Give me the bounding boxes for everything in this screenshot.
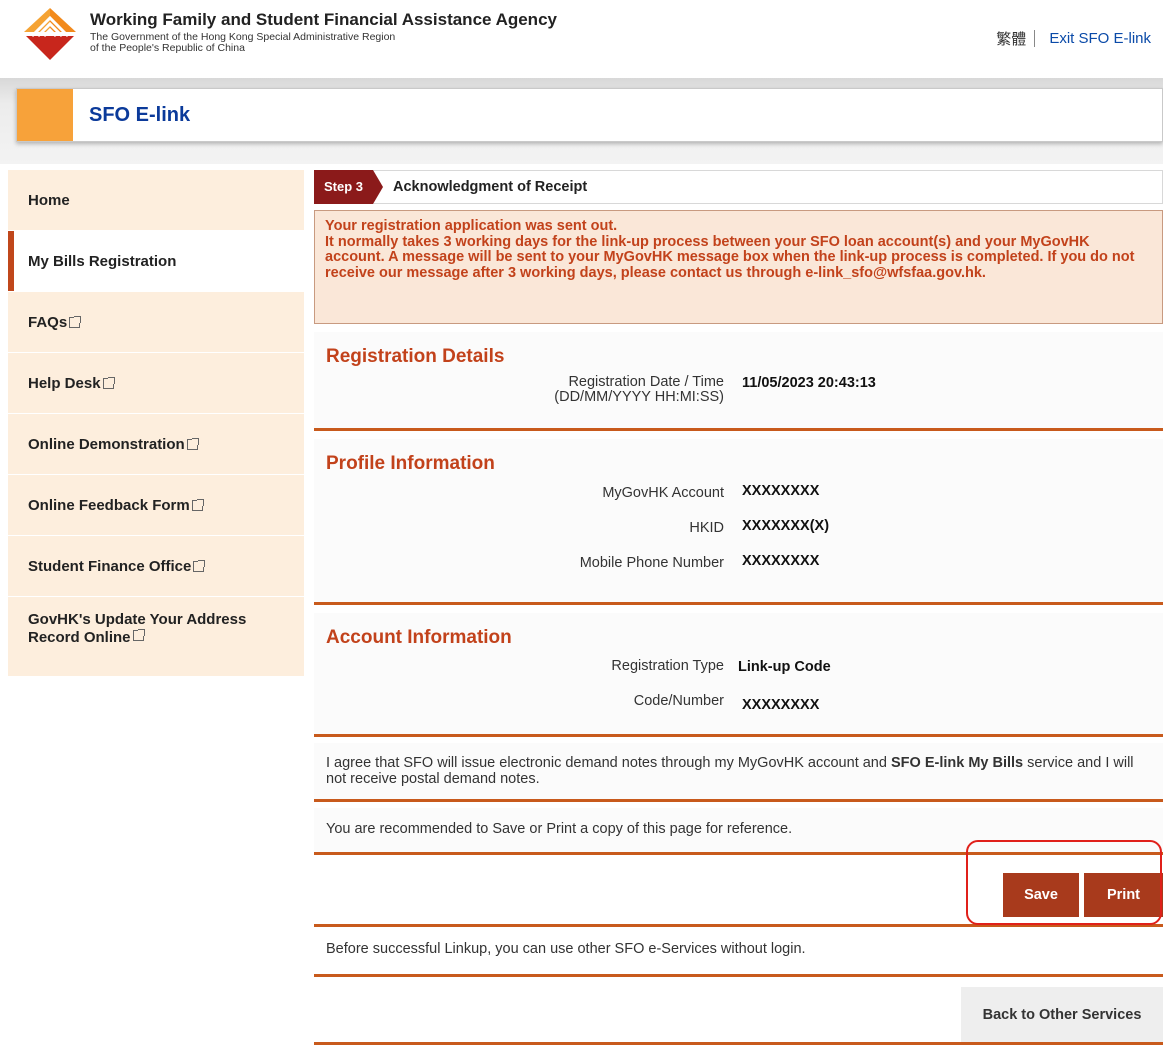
sidebar-item-label: GovHK's Update Your Address bbox=[28, 611, 247, 628]
step-bar: Step 3 Acknowledgment of Receipt bbox=[314, 169, 1163, 204]
registration-type-value: Link-up Code bbox=[738, 659, 831, 675]
registration-date-value: 11/05/2023 20:43:13 bbox=[742, 375, 876, 391]
sidebar-item-my-bills-registration[interactable]: My Bills Registration bbox=[8, 231, 304, 292]
back-row: Back to Other Services bbox=[314, 987, 1163, 1045]
code-number-value: XXXXXXXX bbox=[742, 697, 820, 713]
sidebar-item-faqs[interactable]: FAQs bbox=[8, 292, 304, 353]
external-link-icon bbox=[69, 316, 82, 328]
agency-title: Working Family and Student Financial Ass… bbox=[90, 10, 557, 29]
field-label: HKID bbox=[689, 520, 724, 536]
mygovhk-account-value: XXXXXXXX bbox=[742, 483, 820, 499]
banner: SFO E-link bbox=[16, 88, 1163, 142]
sidebar-item-label: FAQs bbox=[28, 313, 68, 331]
field-label: Mobile Phone Number bbox=[579, 555, 724, 571]
sidebar-item-help-desk[interactable]: Help Desk bbox=[8, 353, 304, 414]
sidebar-item-label: Online Demonstration bbox=[28, 435, 185, 453]
sidebar-item-online-demonstration[interactable]: Online Demonstration bbox=[8, 414, 304, 475]
notice-line-2: It normally takes 3 working days for the… bbox=[325, 233, 1135, 281]
sidebar-item-online-feedback-form[interactable]: Online Feedback Form bbox=[8, 475, 304, 536]
exit-link[interactable]: Exit SFO E-link bbox=[1049, 30, 1151, 47]
mygovhk-account-row: MyGovHK Account XXXXXXXX bbox=[314, 483, 1163, 501]
registration-type-row: Registration Type Link-up Code bbox=[314, 658, 1163, 676]
top-links: 繁體 Exit SFO E-link bbox=[996, 28, 1151, 49]
language-link[interactable]: 繁體 bbox=[996, 28, 1026, 49]
sidebar-nav: Home My Bills Registration FAQs Help Des… bbox=[8, 170, 304, 677]
external-link-icon bbox=[102, 377, 115, 389]
banner-accent bbox=[17, 89, 73, 141]
agreement-text: I agree that SFO will issue electronic d… bbox=[314, 743, 1163, 802]
field-label: Registration Type bbox=[611, 658, 724, 674]
sidebar-item-home[interactable]: Home bbox=[8, 170, 304, 231]
mobile-phone-value: XXXXXXXX bbox=[742, 553, 820, 569]
step-title: Acknowledgment of Receipt bbox=[393, 179, 588, 195]
site-header: Working Family and Student Financial Ass… bbox=[0, 0, 1163, 78]
section-title: Account Information bbox=[326, 627, 512, 648]
sidebar-item-label: Home bbox=[28, 191, 70, 209]
registration-date-row: Registration Date / Time (DD/MM/YYYY HH:… bbox=[314, 375, 1163, 405]
field-label: Registration Date / Time (DD/MM/YYYY HH:… bbox=[554, 374, 724, 405]
section-title: Registration Details bbox=[326, 346, 505, 367]
sidebar-item-label: Online Feedback Form bbox=[28, 496, 190, 514]
external-link-icon bbox=[193, 560, 206, 572]
hkid-row: HKID XXXXXXX(X) bbox=[314, 518, 1163, 536]
registration-details-section: Registration Details Registration Date /… bbox=[314, 332, 1163, 431]
sidebar-item-label: My Bills Registration bbox=[28, 252, 177, 270]
code-number-row: Code/Number XXXXXXXX bbox=[314, 693, 1163, 714]
hkid-value: XXXXXXX(X) bbox=[742, 518, 830, 534]
sidebar-item-update-address[interactable]: GovHK's Update Your Address Record Onlin… bbox=[8, 597, 304, 677]
highlight-annotation bbox=[966, 840, 1162, 925]
notice-box: Your registration application was sent o… bbox=[314, 210, 1163, 324]
external-link-icon bbox=[186, 438, 199, 450]
field-label: MyGovHK Account bbox=[602, 485, 724, 501]
mobile-phone-row: Mobile Phone Number XXXXXXXX bbox=[314, 553, 1163, 571]
sidebar-item-label: Record Online bbox=[28, 629, 131, 646]
profile-information-section: Profile Information MyGovHK Account XXXX… bbox=[314, 439, 1163, 605]
sidebar-item-label: Student Finance Office bbox=[28, 557, 192, 575]
agency-logo-icon bbox=[24, 8, 76, 60]
linkup-text: Before successful Linkup, you can use ot… bbox=[314, 927, 1163, 977]
external-link-icon bbox=[132, 629, 145, 641]
banner-area: SFO E-link bbox=[0, 78, 1163, 164]
field-label: Code/Number bbox=[633, 693, 724, 709]
notice-line-1: Your registration application was sent o… bbox=[325, 218, 618, 234]
divider bbox=[1034, 30, 1036, 47]
back-to-other-services-button[interactable]: Back to Other Services bbox=[961, 987, 1163, 1042]
banner-title: SFO E-link bbox=[89, 104, 191, 126]
agency-subtitle: The Government of the Hong Kong Special … bbox=[90, 31, 396, 54]
sidebar-item-student-finance-office[interactable]: Student Finance Office bbox=[8, 536, 304, 597]
step-tag: Step 3 bbox=[314, 169, 384, 204]
account-information-section: Account Information Registration Type Li… bbox=[314, 613, 1163, 737]
external-link-icon bbox=[191, 499, 204, 511]
section-title: Profile Information bbox=[326, 453, 495, 474]
sidebar-item-label: Help Desk bbox=[28, 374, 101, 392]
